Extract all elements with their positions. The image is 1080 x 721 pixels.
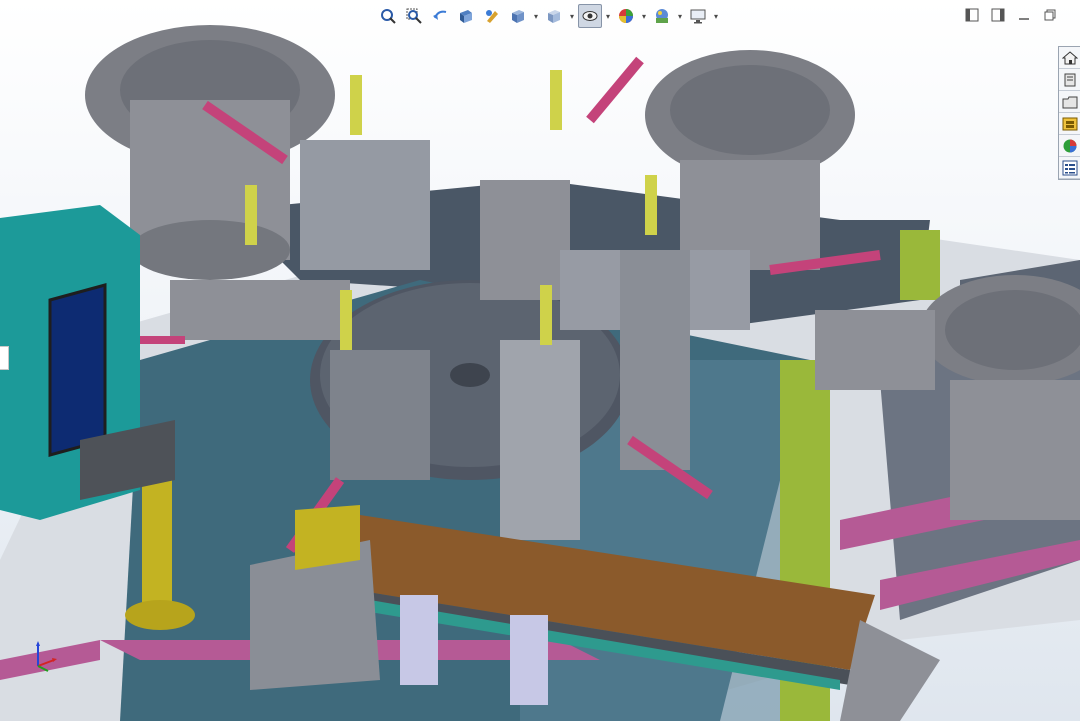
view-palette-icon[interactable] (1059, 135, 1080, 157)
display-style-icon[interactable] (542, 4, 566, 28)
document-window-controls (962, 6, 1060, 24)
display-style-menu-caret[interactable]: ▾ (568, 5, 576, 27)
apply-scene-menu-caret[interactable]: ▾ (676, 5, 684, 27)
resources-icon[interactable] (1059, 69, 1080, 91)
home-icon[interactable] (1059, 47, 1080, 69)
x-axis-icon (37, 659, 55, 667)
tile-right-icon[interactable] (988, 6, 1008, 24)
hide-show-items-menu-caret[interactable]: ▾ (604, 5, 612, 27)
minimize-icon[interactable] (1014, 6, 1034, 24)
zoom-to-fit-icon[interactable] (376, 4, 400, 28)
reference-triad (36, 641, 57, 672)
view-orientation-icon[interactable] (506, 4, 530, 28)
custom-properties-icon[interactable] (1059, 157, 1080, 179)
edit-appearance-menu-caret[interactable]: ▾ (640, 5, 648, 27)
left-panel-collapse-handle[interactable] (0, 346, 9, 370)
view-settings-menu-caret[interactable]: ▾ (712, 5, 720, 27)
design-library-icon[interactable] (1059, 91, 1080, 113)
zoom-to-area-icon[interactable] (402, 4, 426, 28)
graphics-area[interactable]: ▾ ▾ ▾ ▾ ▾ ▾ (0, 0, 1080, 721)
file-explorer-icon[interactable] (1059, 113, 1080, 135)
view-settings-icon[interactable] (686, 4, 710, 28)
previous-view-icon[interactable] (428, 4, 452, 28)
dynamic-annotation-icon[interactable] (480, 4, 504, 28)
heads-up-view-toolbar: ▾ ▾ ▾ ▾ ▾ ▾ (376, 4, 720, 28)
assembly-model[interactable] (0, 0, 1080, 721)
y-axis-icon (37, 665, 49, 672)
edit-appearance-icon[interactable] (614, 4, 638, 28)
task-pane-tabs (1058, 46, 1080, 180)
tile-left-icon[interactable] (962, 6, 982, 24)
view-orientation-menu-caret[interactable]: ▾ (532, 5, 540, 27)
section-view-icon[interactable] (454, 4, 478, 28)
hide-show-items-icon[interactable] (578, 4, 602, 28)
apply-scene-icon[interactable] (650, 4, 674, 28)
restore-icon[interactable] (1040, 6, 1060, 24)
